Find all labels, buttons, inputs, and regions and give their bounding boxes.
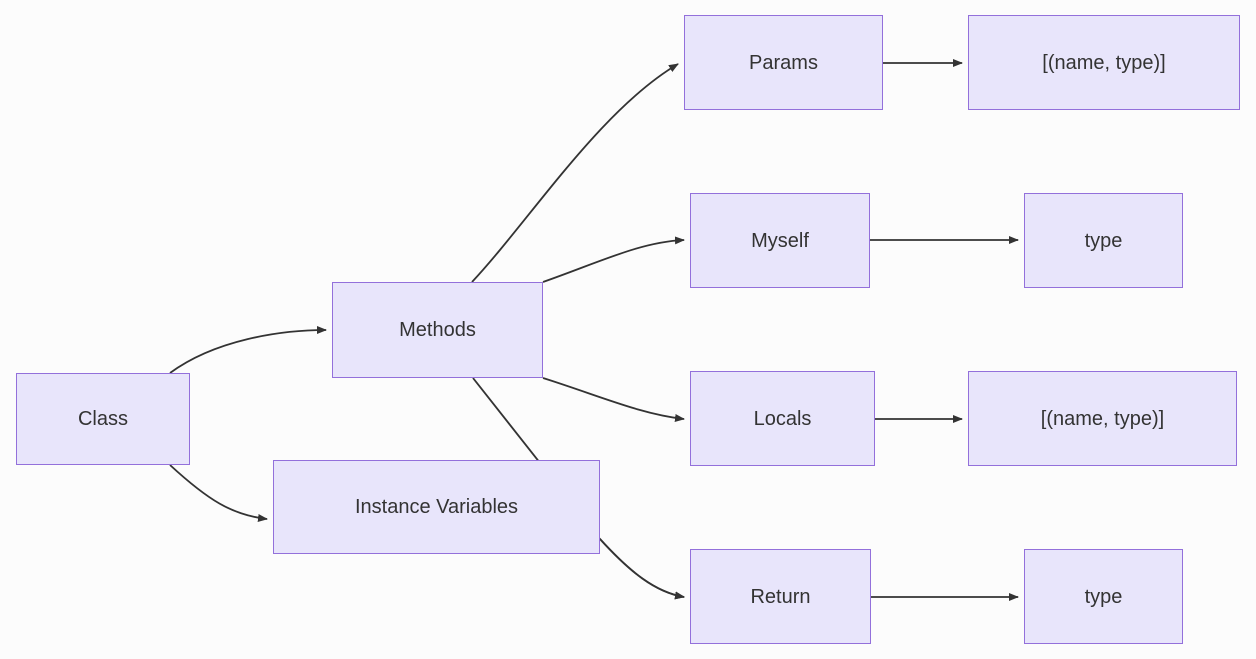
node-label-return: Return (750, 585, 811, 608)
edge-methods-to-params (471, 63, 679, 283)
node-myself_value[interactable]: type (1024, 193, 1183, 288)
edge-class-to-instance-variables (169, 464, 268, 522)
node-return[interactable]: Return (690, 549, 871, 644)
node-label-myself_value: type (1084, 229, 1123, 252)
node-label-locals: Locals (753, 407, 812, 430)
node-locals[interactable]: Locals (690, 371, 875, 466)
edge-class-to-methods (169, 326, 327, 374)
node-label-instance_variables: Instance Variables (354, 496, 519, 518)
edge-methods-to-myself (542, 236, 685, 283)
diagram-canvas: Class Methods Instance Variables Params [(na… (0, 0, 1256, 659)
node-return_value[interactable]: type (1024, 549, 1183, 644)
node-class[interactable]: Class (16, 373, 190, 465)
node-params[interactable]: Params (684, 15, 883, 110)
node-myself[interactable]: Myself (690, 193, 870, 288)
node-label-params: Params (749, 51, 818, 74)
node-label-locals_value: [(name, type)] (1040, 407, 1165, 430)
node-methods[interactable]: Methods (332, 282, 543, 378)
node-instance_variables[interactable]: Instance Variables (273, 460, 600, 554)
node-label-myself: Myself (751, 229, 809, 252)
node-label-class: Class (77, 408, 128, 430)
node-locals_value[interactable]: [(name, type)] (968, 371, 1237, 466)
edge-methods-to-locals (542, 377, 685, 422)
node-label-params_value: [(name, type)] (1042, 51, 1166, 74)
edge-instance-variables-to-return (599, 538, 685, 600)
node-params_value[interactable]: [(name, type)] (968, 15, 1240, 110)
node-label-return_value: type (1084, 585, 1123, 608)
node-label-methods: Methods (399, 319, 476, 341)
